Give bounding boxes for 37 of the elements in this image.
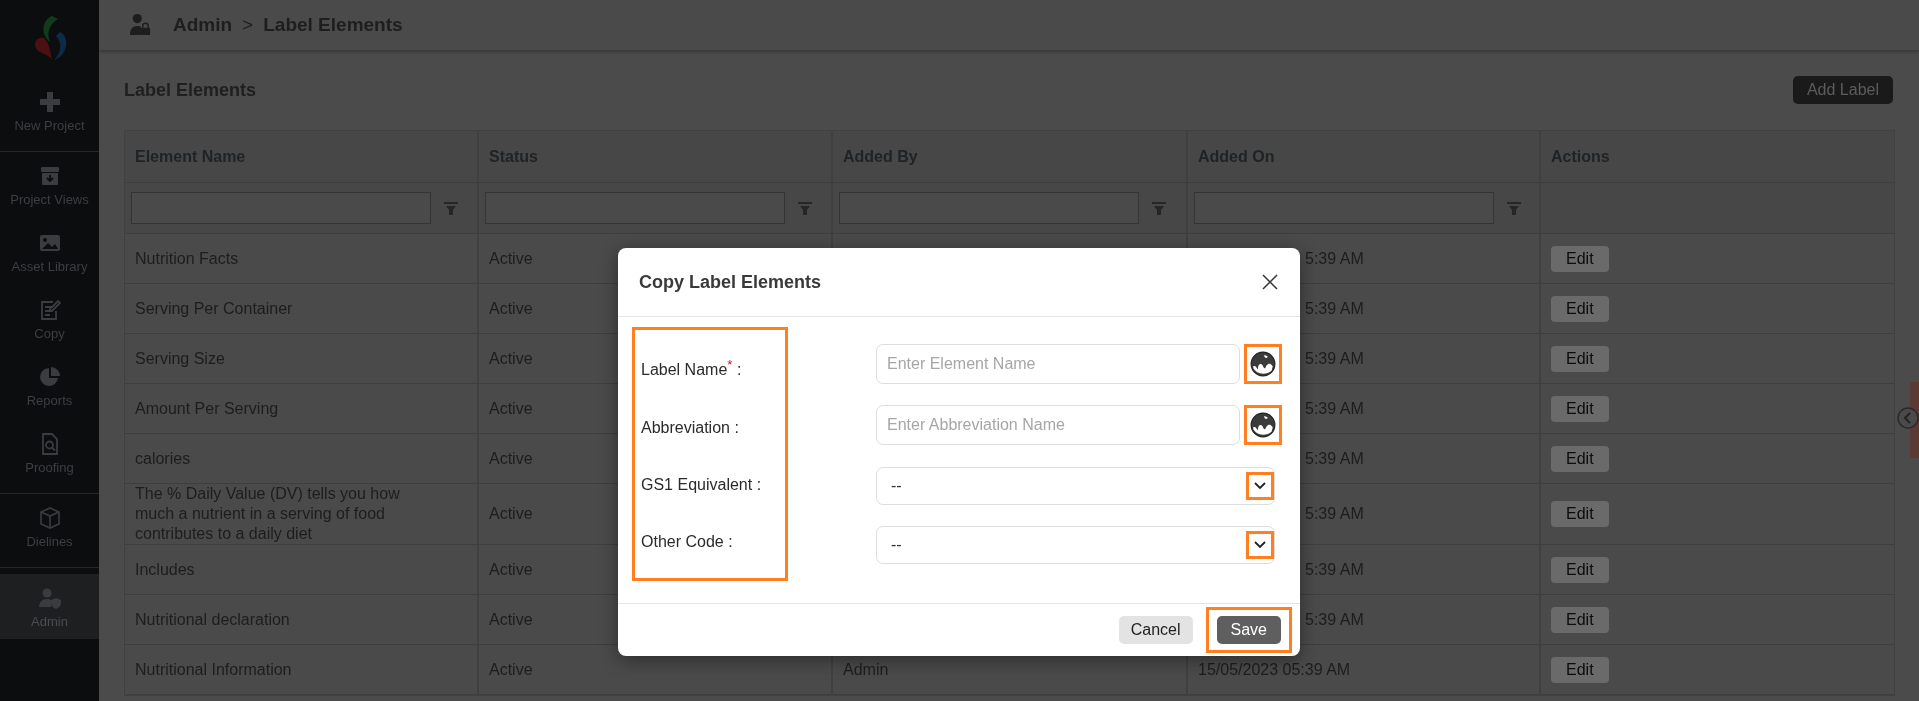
dropdown[interactable]: -- (876, 526, 1275, 565)
filter-icon[interactable] (1506, 200, 1522, 216)
pie-chart-icon (37, 365, 62, 389)
field-label: Abbreviation : (641, 418, 740, 437)
box-icon (37, 506, 62, 530)
dialog-title: Copy Label Elements (639, 271, 822, 293)
add-label-button[interactable]: Add Label (1792, 76, 1893, 104)
plus-icon (37, 90, 62, 114)
edit-button[interactable]: Edit (1551, 445, 1609, 472)
text-field[interactable]: Enter Element Name (876, 343, 1240, 384)
filter-icon[interactable] (1151, 200, 1167, 216)
globe-icon[interactable] (1250, 412, 1276, 439)
breadcrumb-separator: > (242, 14, 254, 36)
filter-icon[interactable] (797, 200, 813, 216)
edit-button[interactable]: Edit (1551, 606, 1609, 633)
chevron-left-icon[interactable] (1897, 407, 1919, 429)
edit-button[interactable]: Edit (1551, 395, 1609, 422)
chevron-down-icon (1254, 481, 1266, 490)
user-shield-icon (37, 586, 62, 610)
edit-button[interactable]: Edit (1551, 656, 1609, 683)
edit-button[interactable]: Edit (1551, 245, 1609, 272)
field-label: Other Code : (641, 532, 734, 551)
cancel-button[interactable]: Cancel (1118, 616, 1193, 644)
dropdown[interactable]: -- (876, 466, 1275, 505)
field-label: Label Name$^{*}$ : (641, 357, 743, 380)
edit-button[interactable]: Edit (1551, 345, 1609, 372)
text-field[interactable]: Enter Abbreviation Name (876, 405, 1240, 446)
field-label: GS1 Equivalent : (641, 475, 763, 494)
chevron-down-icon (1254, 541, 1266, 550)
filter-icon[interactable] (443, 200, 459, 216)
globe-icon[interactable] (1250, 350, 1276, 377)
edit-button[interactable]: Edit (1551, 295, 1609, 322)
edit-button[interactable]: Edit (1551, 501, 1609, 527)
edit-button[interactable]: Edit (1551, 556, 1609, 583)
close-icon[interactable] (1262, 274, 1278, 290)
admin-icon (129, 13, 151, 37)
save-button[interactable]: Save (1216, 616, 1281, 644)
